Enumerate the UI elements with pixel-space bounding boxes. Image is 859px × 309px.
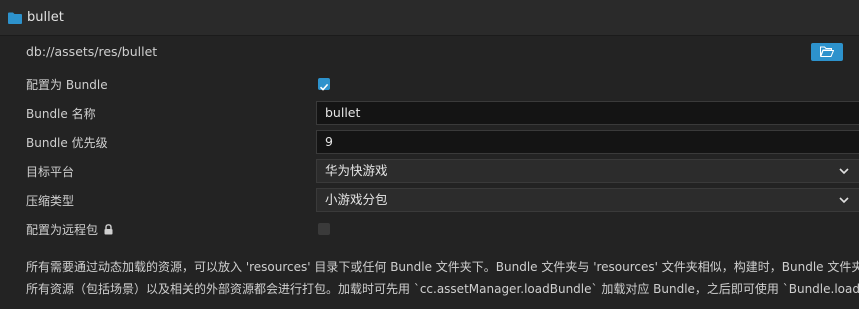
bundle-inspector: bullet db://assets/res/bullet 配置为 Bundle… xyxy=(0,0,859,309)
asset-title: bullet xyxy=(27,10,64,25)
folder-open-icon xyxy=(820,46,834,57)
bundle-description: 所有需要通过动态加载的资源，可以放入 'resources' 目录下或任何 Bu… xyxy=(26,256,859,300)
bundle-name-input[interactable]: bullet xyxy=(316,101,859,125)
remote-bundle-checkbox[interactable] xyxy=(318,223,330,235)
bundle-priority-input[interactable]: 9 xyxy=(316,130,859,154)
description-line: 所有需要通过动态加载的资源，可以放入 'resources' 目录下或任何 Bu… xyxy=(26,260,859,274)
open-folder-button[interactable] xyxy=(811,43,843,61)
chevron-down-icon xyxy=(839,197,849,204)
folder-icon xyxy=(8,12,22,24)
remote-bundle-label-text: 配置为远程包 xyxy=(26,223,99,237)
target-platform-select[interactable]: 华为快游戏 xyxy=(316,159,859,183)
inspector-header: bullet xyxy=(0,0,859,36)
target-platform-label: 目标平台 xyxy=(26,165,75,179)
bundle-priority-label: Bundle 优先级 xyxy=(26,136,108,150)
lock-icon xyxy=(104,224,113,235)
compression-type-label: 压缩类型 xyxy=(26,194,75,208)
checkmark-icon xyxy=(319,83,329,91)
bundle-config-label: 配置为 Bundle xyxy=(26,78,108,92)
path-row: db://assets/res/bullet xyxy=(0,36,859,68)
description-line: 所有资源（包括场景）以及相关的外部资源都会进行打包。加载时可先用 `cc.ass… xyxy=(26,282,859,296)
bundle-config-checkbox[interactable] xyxy=(318,78,330,91)
bundle-name-label: Bundle 名称 xyxy=(26,107,96,121)
chevron-down-icon xyxy=(839,168,849,175)
compression-type-select[interactable]: 小游戏分包 xyxy=(316,188,859,212)
remote-bundle-label: 配置为远程包 xyxy=(26,221,113,238)
compression-type-value: 小游戏分包 xyxy=(325,192,388,207)
asset-path: db://assets/res/bullet xyxy=(26,44,158,59)
target-platform-value: 华为快游戏 xyxy=(325,163,388,178)
